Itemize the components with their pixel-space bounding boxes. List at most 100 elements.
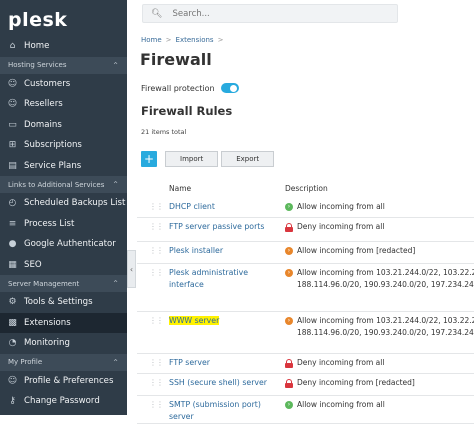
rule-name-link[interactable]: FTP server bbox=[169, 357, 279, 369]
monitor-icon: ▭ bbox=[8, 119, 17, 130]
rule-description: › Allow incoming from [redacted] bbox=[285, 245, 415, 257]
rule-name: SMTP (submission port) server bbox=[169, 400, 261, 421]
top-bar: 🔍︎ bbox=[127, 0, 474, 28]
chevron-up-icon: ⌃ bbox=[112, 180, 119, 189]
add-rule-button[interactable]: + bbox=[141, 151, 157, 167]
column-header-name[interactable]: Name bbox=[169, 178, 191, 198]
table-row[interactable]: ⋮⋮ DHCP client › Allow incoming from all bbox=[137, 198, 474, 218]
rule-description-lines: Allow incoming from 103.21.244.0/22, 103… bbox=[297, 267, 474, 291]
sidebar-item[interactable]: ≡ Process List bbox=[0, 214, 127, 235]
rule-description-line: Allow incoming from 103.21.244.0/22, 103… bbox=[297, 268, 474, 277]
drag-handle-icon[interactable]: ⋮⋮ bbox=[149, 246, 164, 255]
firewall-rules-title: Firewall Rules bbox=[141, 104, 233, 118]
partial-allow-icon: › bbox=[285, 247, 293, 255]
rule-description: › Allow incoming from all bbox=[285, 201, 385, 213]
search-icon: 🔍︎ bbox=[151, 8, 163, 19]
sidebar-section[interactable]: Links to Additional Services ⌃ bbox=[0, 176, 127, 193]
sidebar-item-label: Customers bbox=[24, 78, 71, 89]
sidebar-item[interactable]: ▭ Domains bbox=[0, 115, 127, 136]
sidebar-item[interactable]: ● Google Authenticator bbox=[0, 234, 127, 255]
search-box[interactable]: 🔍︎ bbox=[142, 4, 398, 23]
firewall-protection-row: Firewall protection bbox=[141, 83, 239, 93]
sidebar: plesk ⌂ Home Hosting Services ⌃ ☺ Customers ☺ R… bbox=[0, 0, 127, 415]
sidebar-item[interactable]: ⚷ Change Password bbox=[0, 391, 127, 412]
sidebar-section[interactable]: Hosting Services ⌃ bbox=[0, 56, 127, 74]
rule-description-line: 188.114.96.0/20, 190.93.240.0/20, 197.23… bbox=[297, 280, 474, 289]
table-row[interactable]: ⋮⋮ FTP server Deny incoming from all bbox=[137, 354, 474, 374]
drag-handle-icon[interactable]: ⋮⋮ bbox=[149, 202, 164, 211]
rule-name-link[interactable]: SSH (secure shell) server bbox=[169, 377, 279, 389]
table-row[interactable]: ⋮⋮ FTP server passive ports Deny incoming … bbox=[137, 218, 474, 242]
rule-name-link[interactable]: Plesk installer bbox=[169, 245, 279, 257]
table-row[interactable]: ⋮⋮ Plesk installer › Allow incoming from [r… bbox=[137, 242, 474, 264]
export-button[interactable]: Export bbox=[221, 151, 275, 167]
collapse-sidebar-button[interactable]: ‹ bbox=[127, 250, 136, 288]
rule-description-lines: Deny incoming from all bbox=[297, 221, 384, 233]
rule-name-link[interactable]: Plesk administrative interface bbox=[169, 267, 279, 291]
sidebar-item[interactable]: ▦ SEO bbox=[0, 255, 127, 276]
sidebar-item[interactable]: ☺ Resellers bbox=[0, 94, 127, 115]
rule-name-link[interactable]: FTP server passive ports bbox=[169, 221, 279, 233]
rule-description-line: 188.114.96.0/20, 190.93.240.0/20, 197.23… bbox=[297, 328, 474, 337]
key-icon: ⚷ bbox=[9, 396, 16, 407]
sidebar-item-label: Google Authenticator bbox=[24, 239, 116, 250]
drag-handle-icon[interactable]: ⋮⋮ bbox=[149, 358, 164, 367]
rule-description-lines: Allow incoming from all bbox=[297, 201, 385, 213]
sidebar-item[interactable]: ◔ Monitoring bbox=[0, 333, 127, 354]
rule-description: Deny incoming from all bbox=[285, 357, 384, 369]
rule-name: FTP server bbox=[169, 358, 210, 367]
lock-icon bbox=[285, 222, 293, 232]
sidebar-nav: ⌂ Home Hosting Services ⌃ ☺ Customers ☺ Reselle… bbox=[0, 36, 127, 412]
sidebar-item[interactable]: ▤ Service Plans bbox=[0, 156, 127, 177]
rule-description-line: Allow incoming from 103.21.244.0/22, 103… bbox=[297, 316, 474, 325]
table-row[interactable]: ⋮⋮ SSH (secure shell) server Deny incoming… bbox=[137, 374, 474, 396]
plans-icon: ▤ bbox=[8, 160, 17, 171]
rule-name: WWW server bbox=[169, 316, 220, 325]
sidebar-item[interactable]: ⚙ Tools & Settings bbox=[0, 292, 127, 313]
chevron-up-icon: ⌃ bbox=[112, 279, 119, 288]
sidebar-item-label: Tools & Settings bbox=[24, 297, 93, 308]
plesk-logo[interactable]: plesk bbox=[0, 0, 127, 36]
user-icon: ☺ bbox=[7, 78, 18, 89]
drag-handle-icon[interactable]: ⋮⋮ bbox=[149, 316, 164, 325]
breadcrumb-home[interactable]: Home bbox=[141, 36, 162, 44]
table-row[interactable]: ⋮⋮ SMTP (submission port) server › Allow in… bbox=[137, 396, 474, 424]
table-row[interactable]: ⋮⋮ WWW server › Allow incoming from 103.21.… bbox=[137, 312, 474, 354]
search-input[interactable] bbox=[170, 7, 371, 20]
chevron-left-icon: ‹ bbox=[129, 264, 134, 274]
chevron-up-icon: ⌃ bbox=[112, 60, 119, 70]
rule-name: SSH (secure shell) server bbox=[169, 378, 268, 387]
breadcrumb-extensions[interactable]: Extensions bbox=[176, 36, 214, 44]
drag-handle-icon[interactable]: ⋮⋮ bbox=[149, 268, 164, 277]
rule-description-lines: Allow incoming from [redacted] bbox=[297, 245, 415, 257]
rule-name-link[interactable]: DHCP client bbox=[169, 201, 279, 213]
rule-description: Deny incoming from [redacted] bbox=[285, 377, 415, 389]
drag-handle-icon[interactable]: ⋮⋮ bbox=[149, 400, 164, 409]
chevron-up-icon: ⌃ bbox=[112, 357, 119, 367]
drag-handle-icon[interactable]: ⋮⋮ bbox=[149, 378, 164, 387]
sidebar-item-label: Monitoring bbox=[24, 338, 70, 349]
sidebar-item[interactable]: ▩ Extensions bbox=[0, 312, 127, 333]
firewall-protection-toggle[interactable] bbox=[220, 83, 239, 93]
sidebar-section[interactable]: My Profile ⌃ bbox=[0, 353, 127, 371]
sidebar-item[interactable]: ⊞ Subscriptions bbox=[0, 135, 127, 156]
sidebar-item[interactable]: ◴ Scheduled Backups List bbox=[0, 193, 127, 214]
breadcrumb-separator: > bbox=[165, 36, 172, 44]
import-button[interactable]: Import bbox=[165, 151, 219, 167]
monitoring-icon: ◔ bbox=[8, 338, 17, 349]
sidebar-item[interactable]: ☺ Customers bbox=[0, 74, 127, 95]
sidebar-item-label: Subscriptions bbox=[24, 140, 82, 151]
sidebar-item[interactable]: ☺ Profile & Preferences bbox=[0, 371, 127, 392]
table-row[interactable]: ⋮⋮ Plesk administrative interface › Allow i… bbox=[137, 264, 474, 312]
drag-handle-icon[interactable]: ⋮⋮ bbox=[149, 222, 164, 231]
sidebar-section[interactable]: Server Management ⌃ bbox=[0, 275, 127, 292]
rule-name-link[interactable]: WWW server bbox=[169, 315, 279, 327]
sidebar-section-label: My Profile bbox=[8, 358, 43, 366]
page-title: Firewall bbox=[140, 50, 212, 69]
column-header-description[interactable]: Description bbox=[285, 178, 328, 198]
rule-name: Plesk administrative interface bbox=[169, 268, 249, 289]
sidebar-item[interactable]: ⌂ Home bbox=[0, 36, 127, 57]
rule-name-link[interactable]: SMTP (submission port) server bbox=[169, 399, 279, 423]
partial-allow-icon: › bbox=[285, 269, 293, 277]
toolbar: + Import Export bbox=[141, 151, 277, 167]
